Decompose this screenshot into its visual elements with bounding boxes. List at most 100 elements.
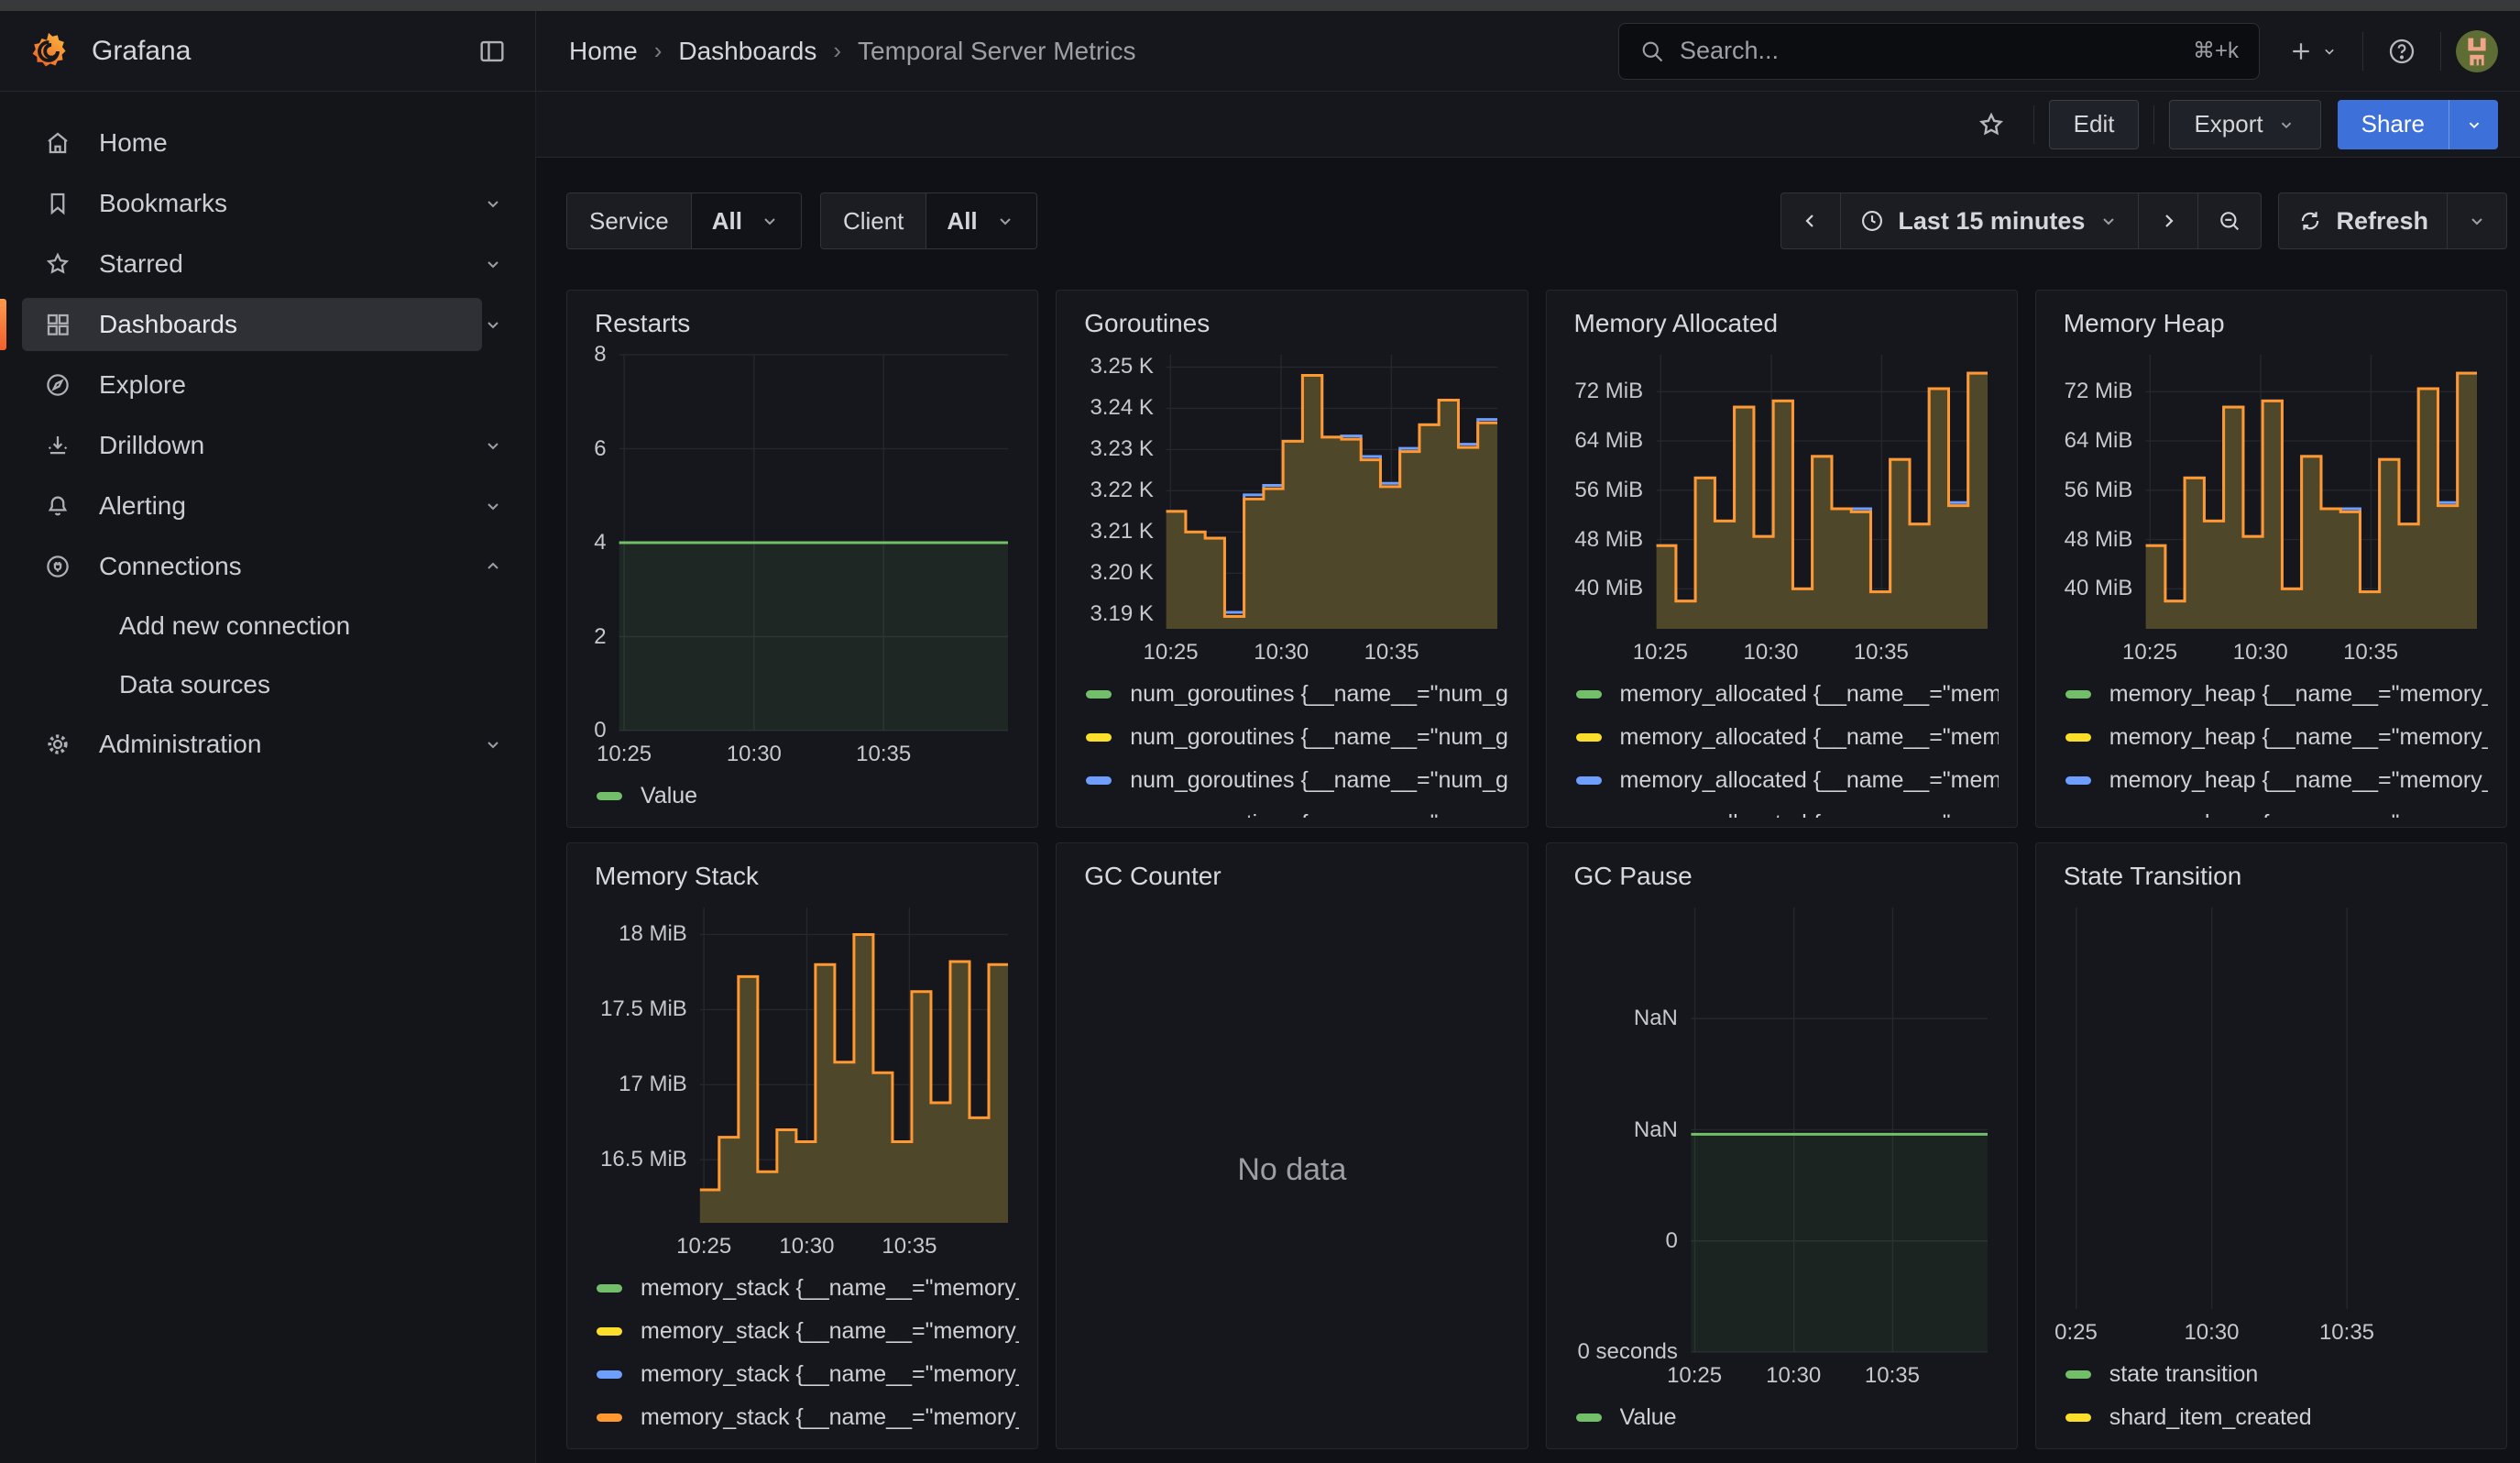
panel-title[interactable]: Goroutines <box>1084 309 1508 338</box>
avatar[interactable] <box>2456 30 2498 72</box>
panel-title[interactable]: State Transition <box>2064 862 2488 891</box>
chart-plot[interactable]: 0:2510:3010:35 <box>2056 900 2486 1346</box>
panel-title[interactable]: Restarts <box>595 309 1019 338</box>
legend-item[interactable]: memory_heap {__name__="memory_h <box>2065 802 2488 818</box>
sidebar-item-bookmarks[interactable]: Bookmarks <box>11 174 509 233</box>
breadcrumb-current: Temporal Server Metrics <box>858 37 1135 66</box>
help-icon[interactable] <box>2378 37 2426 66</box>
sidebar-item-connections[interactable]: Connections <box>11 537 509 596</box>
refresh-interval-caret[interactable] <box>2447 193 2506 248</box>
chart-plot[interactable]: 3.25 K3.24 K3.23 K3.22 K3.21 K3.20 K3.19… <box>1077 347 1507 666</box>
edit-button[interactable]: Edit <box>2049 100 2140 149</box>
mega-menu-collapse-icon[interactable] <box>477 36 508 67</box>
chevron-down-icon[interactable] <box>482 253 509 275</box>
sidebar-item-explore[interactable]: Explore <box>11 356 509 414</box>
legend-item[interactable]: memory_allocated {__name__="memo <box>1576 673 1999 716</box>
gear-icon <box>42 731 73 758</box>
chart-plot[interactable]: NaNNaN00 seconds10:2510:3010:35 <box>1567 900 1997 1389</box>
legend-item[interactable]: memory_stack {__name__="memory_s <box>597 1310 1019 1353</box>
legend-color-chip <box>1576 690 1602 698</box>
breadcrumb-dashboards[interactable]: Dashboards <box>678 37 816 66</box>
panel-title[interactable]: Memory Allocated <box>1574 309 1999 338</box>
sidebar-item-dashboards[interactable]: Dashboards <box>11 295 509 354</box>
breadcrumb: Home › Dashboards › Temporal Server Metr… <box>569 11 1135 91</box>
divider <box>2153 105 2154 144</box>
chart-plot[interactable]: 72 MiB64 MiB56 MiB48 MiB40 MiB10:2510:30… <box>1567 347 1997 666</box>
legend-item[interactable]: memory_heap {__name__="memory_h <box>2065 673 2488 716</box>
sidebar-item-starred[interactable]: Starred <box>11 235 509 293</box>
legend-color-chip <box>597 1370 622 1379</box>
favorite-star-icon[interactable] <box>1964 110 2019 139</box>
legend-item[interactable]: memory_allocated {__name__="memo <box>1576 759 1999 802</box>
grafana-logo[interactable] <box>27 30 70 72</box>
chart-canvas <box>1567 900 1997 1389</box>
legend-item[interactable]: memory_heap {__name__="memory_h <box>2065 716 2488 759</box>
chart-legend: memory_allocated {__name__="memomemory_a… <box>1576 673 1999 818</box>
legend-item[interactable]: memory_stack {__name__="memory_s <box>597 1267 1019 1310</box>
y-axis-label: 17.5 MiB <box>587 996 687 1022</box>
legend-item[interactable]: memory_allocated {__name__="memo <box>1576 716 1999 759</box>
legend-item[interactable]: num_goroutines {__name__="num_go <box>1086 759 1508 802</box>
chevron-down-icon[interactable] <box>482 733 509 755</box>
y-axis-label: 40 MiB <box>2056 576 2133 601</box>
legend-item[interactable]: num_goroutines {__name__="num_go <box>1086 716 1508 759</box>
service-filter-value[interactable]: All <box>692 193 801 248</box>
legend-color-chip <box>2065 1370 2091 1379</box>
add-new-button[interactable] <box>2278 38 2348 65</box>
time-shift-forward-button[interactable] <box>2138 193 2197 248</box>
search-shortcut: ⌘+k <box>2193 38 2239 64</box>
time-shift-back-button[interactable] <box>1781 193 1840 248</box>
panel-state-transition: State Transition 0:2510:3010:35 state tr… <box>2035 842 2507 1449</box>
share-dropdown-caret[interactable] <box>2449 100 2498 149</box>
compass-icon <box>42 371 73 399</box>
x-axis-label: 10:35 <box>1364 640 1419 666</box>
sidebar-item-drilldown[interactable]: Drilldown <box>11 416 509 475</box>
app-title[interactable]: Grafana <box>92 36 191 67</box>
legend-item[interactable]: memory_allocated {__name__="memo <box>1576 802 1999 818</box>
zoom-out-button[interactable] <box>2197 193 2261 248</box>
export-button[interactable]: Export <box>2169 100 2320 149</box>
legend-label: memory_allocated {__name__="memo <box>1620 681 1999 708</box>
sidebar-item-home[interactable]: Home <box>11 114 509 172</box>
legend-item[interactable]: Value <box>1576 1396 1999 1439</box>
sidebar-item-data-sources[interactable]: Data sources <box>11 656 509 713</box>
chart-canvas <box>2056 900 2486 1346</box>
chart-plot[interactable]: 18 MiB17.5 MiB17 MiB16.5 MiB10:2510:3010… <box>587 900 1017 1260</box>
chart-plot[interactable]: 8642010:2510:3010:35 <box>587 347 1017 767</box>
refresh-button[interactable]: Refresh <box>2279 193 2447 248</box>
panel-title[interactable]: Memory Stack <box>595 862 1019 891</box>
panel-title[interactable]: Memory Heap <box>2064 309 2488 338</box>
panel-title[interactable]: GC Counter <box>1084 862 1508 891</box>
search-input[interactable]: Search... ⌘+k <box>1618 23 2260 80</box>
sidebar-item-alerting[interactable]: Alerting <box>11 477 509 535</box>
top-nav-bar: Grafana Home › Dashboards › Temporal Ser… <box>0 11 2520 92</box>
legend-item[interactable]: memory_stack {__name__="memory_s <box>597 1396 1019 1439</box>
panel-title[interactable]: GC Pause <box>1574 862 1999 891</box>
chevron-down-icon[interactable] <box>482 495 509 517</box>
legend-item[interactable]: state transition <box>2065 1353 2488 1396</box>
breadcrumb-home[interactable]: Home <box>569 37 638 66</box>
legend-item[interactable]: num_goroutines {__name__="num_go <box>1086 673 1508 716</box>
share-button[interactable]: Share <box>2338 100 2449 149</box>
chevron-up-icon[interactable] <box>482 556 509 578</box>
x-axis-label: 10:35 <box>856 742 911 767</box>
legend-item[interactable]: Value <box>597 775 1019 818</box>
legend-label: num_goroutines {__name__="num_go <box>1130 767 1508 794</box>
legend-item[interactable]: num_goroutines {__name__="num_go <box>1086 802 1508 818</box>
chart-plot[interactable]: 72 MiB64 MiB56 MiB48 MiB40 MiB10:2510:30… <box>2056 347 2486 666</box>
search-placeholder: Search... <box>1680 37 2178 65</box>
y-axis-label: 0 <box>1567 1228 1678 1254</box>
client-filter-value[interactable]: All <box>926 193 1035 248</box>
y-axis-label: 72 MiB <box>1567 379 1644 404</box>
chevron-down-icon <box>994 210 1016 232</box>
legend-item[interactable]: shard_item_created <box>2065 1396 2488 1439</box>
y-axis-label: 48 MiB <box>1567 527 1644 553</box>
legend-item[interactable]: memory_stack {__name__="memory_s <box>597 1353 1019 1396</box>
chevron-down-icon[interactable] <box>482 434 509 456</box>
chevron-down-icon[interactable] <box>482 192 509 214</box>
time-range-picker[interactable]: Last 15 minutes <box>1840 193 2138 248</box>
sidebar-item-add-new-connection[interactable]: Add new connection <box>11 598 509 654</box>
chevron-down-icon[interactable] <box>482 314 509 336</box>
legend-item[interactable]: memory_heap {__name__="memory_h <box>2065 759 2488 802</box>
sidebar-item-administration[interactable]: Administration <box>11 715 509 774</box>
